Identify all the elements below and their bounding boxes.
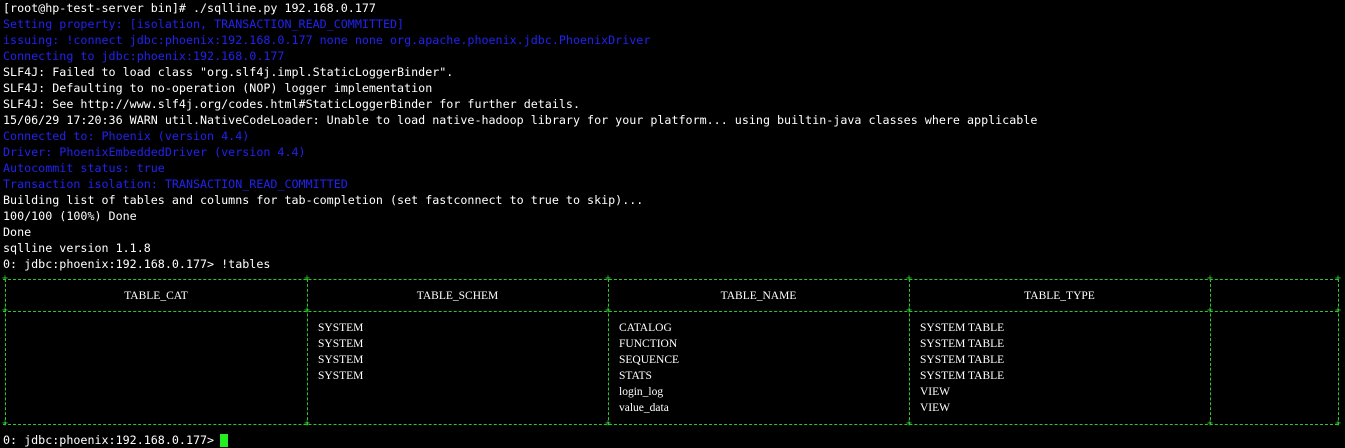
table-header-cell: TABLE_CAT [124, 290, 188, 302]
output-line: issuing: !connect jdbc:phoenix:192.168.0… [3, 33, 651, 47]
tables-command-line: 0: jdbc:phoenix:192.168.0.177> !tables [3, 257, 271, 271]
table-row-cell: SYSTEM TABLE [920, 322, 1005, 334]
table-row-cell: CATALOG [619, 322, 672, 334]
table-header-cell: TABLE_TYPE [1024, 290, 1095, 302]
table-corner: + [906, 305, 913, 316]
table-row-cell: FUNCTION [619, 338, 678, 350]
output-line: SLF4J: See http://www.slf4j.org/codes.ht… [3, 97, 580, 111]
table-corner: + [605, 418, 612, 429]
table-row-cell: SEQUENCE [619, 354, 680, 366]
table-row-cell: SYSTEM [318, 354, 364, 366]
table-top-border [3, 279, 1338, 280]
output-line: 100/100 (100%) Done [3, 209, 137, 223]
table-header-cell: TABLE_SCHEM [416, 290, 499, 302]
table-corner: + [2, 305, 9, 316]
table-column-divider [1338, 279, 1339, 425]
terminal-window[interactable]: [root@hp-test-server bin]# ./sqlline.py … [0, 0, 1345, 447]
table-corner: + [605, 273, 612, 284]
table-row-cell: SYSTEM [318, 370, 364, 382]
table-row-cell: STATS [619, 370, 652, 382]
table-corner: + [1207, 305, 1214, 316]
table-corner: + [1335, 273, 1342, 284]
table-header-cell: TABLE_NAME [720, 290, 797, 302]
output-line: Autocommit status: true [3, 161, 165, 175]
table-bottom-border [3, 424, 1338, 425]
table-corner: + [2, 273, 9, 284]
output-line: 15/06/29 17:20:36 WARN util.NativeCodeLo… [3, 113, 1038, 127]
table-corner: + [906, 418, 913, 429]
table-row-cell: SYSTEM TABLE [920, 370, 1005, 382]
output-line: SLF4J: Failed to load class "org.slf4j.i… [3, 65, 454, 79]
table-row-cell: value_data [619, 402, 669, 414]
table-corner: + [1335, 418, 1342, 429]
table-corner: + [1207, 418, 1214, 429]
table-row-cell: SYSTEM TABLE [920, 338, 1005, 350]
table-row-cell: VIEW [920, 386, 951, 398]
table-corner: + [304, 273, 311, 284]
table-corner: + [605, 305, 612, 316]
table-corner: + [906, 273, 913, 284]
table-corner: + [1335, 305, 1342, 316]
table-row-cell: SYSTEM [318, 322, 364, 334]
table-row-cell: VIEW [920, 402, 951, 414]
text-cursor[interactable] [220, 434, 228, 447]
table-corner: + [1207, 273, 1214, 284]
table-row-cell: SYSTEM [318, 338, 364, 350]
output-line: SLF4J: Defaulting to no-operation (NOP) … [3, 81, 433, 95]
table-row-cell: login_log [619, 386, 664, 398]
table-corner: + [2, 418, 9, 429]
table-row-cell: SYSTEM TABLE [920, 354, 1005, 366]
output-line: Building list of tables and columns for … [3, 193, 644, 207]
output-line: Driver: PhoenixEmbeddedDriver (version 4… [3, 145, 306, 159]
shell-command-line: [root@hp-test-server bin]# ./sqlline.py … [3, 1, 376, 15]
output-line: Connecting to jdbc:phoenix:192.168.0.177 [3, 49, 285, 63]
output-line: Setting property: [isolation, TRANSACTIO… [3, 17, 405, 31]
table-corner: + [304, 305, 311, 316]
output-line: Connected to: Phoenix (version 4.4) [3, 129, 250, 143]
table-header-cell [1211, 288, 1337, 304]
output-line: sqlline version 1.1.8 [3, 241, 151, 255]
output-line: Done [3, 225, 32, 239]
output-line: Transaction isolation: TRANSACTION_READ_… [3, 177, 348, 191]
table-corner: + [304, 418, 311, 429]
table-header-separator [3, 311, 1338, 312]
